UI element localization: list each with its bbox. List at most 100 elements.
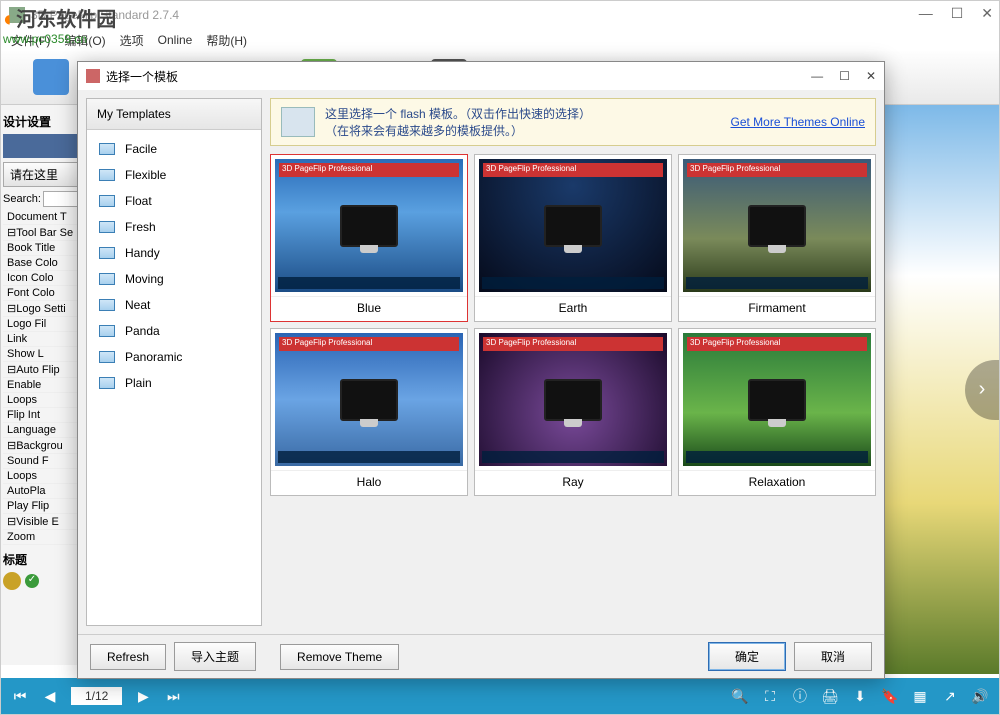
template-ribbon: 3D PageFlip Professional [687, 337, 867, 351]
remove-theme-button[interactable]: Remove Theme [280, 644, 399, 670]
get-more-themes-link[interactable]: Get More Themes Online [730, 115, 865, 129]
template-category-label: Panda [125, 324, 160, 338]
banner-thumb-icon [281, 107, 315, 137]
template-category-moving[interactable]: Moving [87, 266, 261, 292]
thumb-strip [278, 277, 460, 289]
template-card-earth[interactable]: 3D PageFlip ProfessionalEarth [474, 154, 672, 322]
print-icon[interactable]: 🖨 [821, 687, 839, 705]
sound-icon[interactable]: 🔊 [971, 687, 989, 705]
next-page-icon[interactable]: ▶ [134, 687, 152, 705]
close-icon[interactable]: ✕ [981, 5, 993, 22]
check-icon: ✓ [25, 574, 39, 588]
template-icon [99, 273, 115, 285]
template-icon [99, 247, 115, 259]
template-label: Blue [271, 296, 467, 321]
template-grid: 3D PageFlip ProfessionalBlue3D PageFlip … [270, 154, 876, 626]
info-banner: 这里选择一个 flash 模板。（双击作出快速的选择） （在将来会有越来越多的模… [270, 98, 876, 146]
menu-help[interactable]: 帮助(H) [206, 32, 247, 49]
template-category-label: Panoramic [125, 350, 182, 364]
monitor-icon [748, 205, 806, 247]
monitor-icon [544, 379, 602, 421]
monitor-icon [340, 205, 398, 247]
menu-file[interactable]: 文件(F) [11, 32, 50, 49]
thumb-strip [278, 451, 460, 463]
template-category-label: Fresh [125, 220, 156, 234]
template-category-label: Float [125, 194, 152, 208]
template-category-label: Facile [125, 142, 157, 156]
template-thumb: 3D PageFlip Professional [275, 333, 463, 466]
template-thumb: 3D PageFlip Professional [683, 333, 871, 466]
dialog-title: 选择一个模板 [106, 68, 178, 85]
maximize-icon[interactable]: ☐ [951, 5, 964, 22]
template-card-firmament[interactable]: 3D PageFlip Professional Firmament [678, 154, 876, 322]
template-category-label: Moving [125, 272, 164, 286]
dialog-titlebar: 选择一个模板 — ☐ ✕ [78, 62, 884, 90]
template-card-blue[interactable]: 3D PageFlip Professional Blue [270, 154, 468, 322]
thumbnails-icon[interactable]: ▦ [911, 687, 929, 705]
template-label: Halo [271, 470, 467, 495]
app-icon [9, 7, 25, 23]
download-icon[interactable]: ⬇ [851, 687, 869, 705]
template-category-handy[interactable]: Handy [87, 240, 261, 266]
template-icon [99, 143, 115, 155]
template-category-fresh[interactable]: Fresh [87, 214, 261, 240]
page-indicator[interactable]: 1/12 [71, 687, 122, 705]
template-card-halo[interactable]: 3D PageFlip Professional Halo [270, 328, 468, 496]
next-page-arrow[interactable]: › [965, 360, 999, 420]
import-theme-button[interactable]: 导入主题 [174, 642, 256, 671]
thumb-strip [686, 451, 868, 463]
template-category-plain[interactable]: Plain [87, 370, 261, 396]
template-thumb: 3D PageFlip Professional [479, 159, 667, 292]
zoom-icon[interactable]: 🔍 [731, 687, 749, 705]
template-list: Facile Flexible Float Fresh Handy Moving Neat P… [87, 130, 261, 625]
cancel-button[interactable]: 取消 [794, 642, 872, 671]
template-icon [99, 221, 115, 233]
template-ribbon: 3D PageFlip Professional [687, 163, 867, 177]
template-label: Firmament [679, 296, 875, 321]
fullscreen-icon[interactable]: ⛶ [761, 687, 779, 705]
dialog-close-icon[interactable]: ✕ [866, 69, 876, 83]
banner-line2: （在将来会有越来越多的模板提供。） [325, 122, 591, 139]
menu-options[interactable]: 选项 [120, 32, 144, 49]
template-category-panoramic[interactable]: Panoramic [87, 344, 261, 370]
template-category-neat[interactable]: Neat [87, 292, 261, 318]
template-thumb: 3D PageFlip Professional [683, 159, 871, 292]
last-page-icon[interactable]: ⏭ [164, 687, 182, 705]
info-icon[interactable]: ⓘ [791, 687, 809, 705]
template-sidebar: My Templates FacileFlexibleFloatFreshHan… [86, 98, 262, 626]
titlebar: 3D PageFlip Standard 2.7.4 — ☐ ✕ [1, 1, 999, 29]
bookmark-icon[interactable]: 🔖 [881, 687, 899, 705]
template-ribbon: 3D PageFlip Professional [483, 163, 663, 177]
ok-button[interactable]: 确定 [708, 642, 786, 671]
template-category-float[interactable]: Float [87, 188, 261, 214]
prev-page-icon[interactable]: ◀ [41, 687, 59, 705]
dialog-icon [86, 69, 100, 83]
menu-edit[interactable]: 编辑(O) [64, 32, 105, 49]
template-card-ray[interactable]: 3D PageFlip ProfessionalRay [474, 328, 672, 496]
toolbar-button-1[interactable] [33, 59, 69, 95]
template-ribbon: 3D PageFlip Professional [279, 163, 459, 177]
template-icon [99, 377, 115, 389]
template-thumb: 3D PageFlip Professional [275, 159, 463, 292]
dialog-maximize-icon[interactable]: ☐ [839, 69, 850, 83]
template-category-facile[interactable]: Facile [87, 136, 261, 162]
template-label: Relaxation [679, 470, 875, 495]
menubar: 文件(F) 编辑(O) 选项 Online 帮助(H) [1, 29, 999, 51]
template-icon [99, 169, 115, 181]
menu-online[interactable]: Online [158, 33, 193, 47]
thumb-strip [482, 451, 664, 463]
db-icon [3, 572, 21, 590]
dialog-minimize-icon[interactable]: — [811, 69, 823, 83]
monitor-icon [748, 379, 806, 421]
template-card-relaxation[interactable]: 3D PageFlip Professional Relaxation [678, 328, 876, 496]
template-category-label: Plain [125, 376, 152, 390]
template-icon [99, 325, 115, 337]
template-ribbon: 3D PageFlip Professional [483, 337, 663, 351]
refresh-button[interactable]: Refresh [90, 644, 166, 670]
template-category-panda[interactable]: Panda [87, 318, 261, 344]
first-page-icon[interactable]: ⏮ [11, 687, 29, 705]
template-category-flexible[interactable]: Flexible [87, 162, 261, 188]
share-icon[interactable]: ↗ [941, 687, 959, 705]
bottom-toolbar: ⏮ ◀ 1/12 ▶ ⏭ 🔍 ⛶ ⓘ 🖨 ⬇ 🔖 ▦ ↗ 🔊 [1, 678, 999, 714]
minimize-icon[interactable]: — [919, 5, 933, 22]
